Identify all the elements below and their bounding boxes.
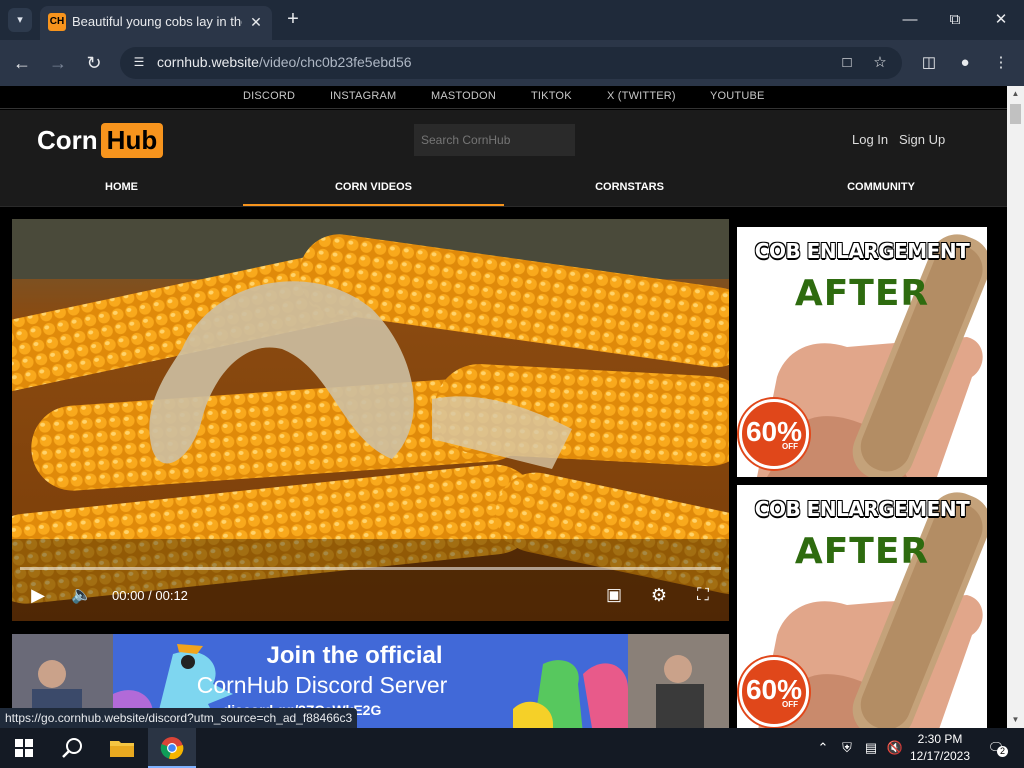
ad-title: COB ENLARGEMENT xyxy=(754,497,970,521)
clock-date: 12/17/2023 xyxy=(909,749,971,763)
settings-gear-icon[interactable]: ⚙ xyxy=(648,585,670,606)
ad-title: COB ENLARGEMENT xyxy=(754,239,970,263)
bookmark-star-icon[interactable]: ☆ xyxy=(870,53,890,73)
nav-cornstars[interactable]: CORNSTARS xyxy=(504,170,755,206)
login-link[interactable]: Log In xyxy=(852,132,888,147)
scroll-up-arrow-icon[interactable]: ▲ xyxy=(1007,86,1024,102)
forward-arrow-icon[interactable]: → xyxy=(46,51,70,75)
scroll-down-arrow-icon[interactable]: ▼ xyxy=(1007,712,1024,728)
address-bar[interactable]: ☰ cornhub.website/video/chc0b23fe5ebd56 … xyxy=(120,47,902,79)
discord-banner-heading: Join the official xyxy=(266,642,443,669)
tab-search-chevron-icon[interactable]: ▾ xyxy=(8,8,32,32)
search-icon[interactable] xyxy=(48,728,96,768)
link-status-url: https://go.cornhub.website/discord?utm_s… xyxy=(0,708,358,728)
site-logo[interactable]: Corn Hub xyxy=(37,123,164,158)
fullscreen-icon[interactable]: ⛶ xyxy=(692,585,714,605)
picture-in-picture-icon[interactable]: ▣ xyxy=(602,585,626,605)
tab-close-icon[interactable]: ✕ xyxy=(246,12,266,32)
discord-banner-subheading: CornHub Discord Server xyxy=(196,672,448,698)
discount-off-label: OFF xyxy=(782,442,798,451)
browser-tab-strip: ▾ CH Beautiful young cobs lay in the ✕ +… xyxy=(0,0,1024,40)
video-time: 00:00 / 00:12 xyxy=(112,588,188,603)
notification-count: 2 xyxy=(997,746,1008,757)
main-nav: HOME CORN VIDEOS CORNSTARS COMMUNITY xyxy=(0,170,1007,207)
clock-time: 2:30 PM xyxy=(917,732,963,746)
minimize-icon[interactable]: — xyxy=(896,8,924,32)
network-icon[interactable]: ▤ xyxy=(862,738,880,758)
ad-cob-enlargement-2[interactable]: COB ENLARGEMENT AFTER 60% OFF xyxy=(737,485,987,728)
signup-link[interactable]: Sign Up xyxy=(899,132,945,147)
logo-hub-text: Hub xyxy=(100,123,164,158)
play-icon[interactable]: ▶ xyxy=(28,585,48,606)
reload-icon[interactable]: ↻ xyxy=(82,51,106,75)
volume-icon[interactable]: 🔈 xyxy=(70,585,94,605)
page-scrollbar[interactable]: ▲ ▼ xyxy=(1007,86,1024,728)
discount-off-label: OFF xyxy=(782,700,798,709)
social-link-youtube[interactable]: YOUTUBE xyxy=(710,90,765,102)
url-domain: cornhub.website xyxy=(157,54,259,70)
side-panel-icon[interactable]: ◫ xyxy=(917,51,941,75)
ad-subtitle: AFTER xyxy=(794,273,930,314)
site-header: Corn Hub Log In Sign Up xyxy=(0,110,1007,170)
scroll-thumb[interactable] xyxy=(1010,104,1021,124)
notifications-icon[interactable]: 🗨 2 xyxy=(984,738,1008,758)
logo-corn-text: Corn xyxy=(37,125,98,155)
tray-overflow-chevron-icon[interactable]: ⌃ xyxy=(814,738,832,758)
restore-window-icon[interactable]: ⧉ xyxy=(941,8,969,32)
install-app-icon[interactable]: □ xyxy=(837,53,857,73)
system-clock[interactable]: 2:30 PM 12/17/2023 xyxy=(905,731,975,765)
discount-badge: 60% OFF xyxy=(739,657,809,727)
url-path: /video/chc0b23fe5ebd56 xyxy=(258,54,412,70)
nav-home[interactable]: HOME xyxy=(0,170,243,206)
tab-favicon-icon: CH xyxy=(48,13,66,31)
browser-tab[interactable]: CH Beautiful young cobs lay in the ✕ xyxy=(40,6,272,40)
social-link-x-twitter[interactable]: X (TWITTER) xyxy=(607,90,676,102)
social-link-instagram[interactable]: INSTAGRAM xyxy=(330,90,396,102)
discount-badge: 60% OFF xyxy=(739,399,809,469)
video-player[interactable]: ▶ 🔈 00:00 / 00:12 ▣ ⚙ ⛶ xyxy=(12,219,729,621)
security-shield-icon[interactable]: ⛨ xyxy=(838,738,856,758)
back-arrow-icon[interactable]: ← xyxy=(10,51,34,75)
menu-kebab-icon[interactable]: ⋮ xyxy=(989,51,1013,75)
web-page: DISCORD INSTAGRAM MASTODON TIKTOK X (TWI… xyxy=(0,86,1007,728)
video-progress-bar[interactable] xyxy=(20,567,721,570)
social-link-mastodon[interactable]: MASTODON xyxy=(431,90,496,102)
nav-corn-videos[interactable]: CORN VIDEOS xyxy=(243,170,504,206)
start-windows-icon[interactable] xyxy=(0,728,48,768)
site-info-icon[interactable]: ☰ xyxy=(130,55,148,71)
ad-subtitle: AFTER xyxy=(794,531,930,572)
profile-icon[interactable]: ● xyxy=(953,51,977,75)
chrome-taskbar-icon[interactable] xyxy=(148,728,196,768)
file-explorer-icon[interactable] xyxy=(98,728,146,768)
close-window-icon[interactable]: ✕ xyxy=(987,8,1015,32)
banner-photo-right xyxy=(628,634,729,728)
windows-taskbar: ⌃ ⛨ ▤ 🔇 2:30 PM 12/17/2023 🗨 2 xyxy=(0,728,1024,768)
site-search-input[interactable] xyxy=(414,124,575,156)
tab-title: Beautiful young cobs lay in the xyxy=(72,14,242,29)
video-frame-corn-image xyxy=(12,219,729,621)
ad-cob-enlargement-1[interactable]: COB ENLARGEMENT AFTER 60% OFF xyxy=(737,227,987,477)
social-link-tiktok[interactable]: TIKTOK xyxy=(531,90,572,102)
social-links-bar: DISCORD INSTAGRAM MASTODON TIKTOK X (TWI… xyxy=(0,86,1007,109)
nav-community[interactable]: COMMUNITY xyxy=(755,170,1007,206)
url-text[interactable]: cornhub.website/video/chc0b23fe5ebd56 xyxy=(157,54,412,70)
browser-toolbar: ← → ↻ ☰ cornhub.website/video/chc0b23fe5… xyxy=(0,40,1024,86)
volume-muted-icon[interactable]: 🔇 xyxy=(886,738,904,758)
new-tab-plus-icon[interactable]: + xyxy=(282,8,304,30)
social-link-discord[interactable]: DISCORD xyxy=(243,90,295,102)
